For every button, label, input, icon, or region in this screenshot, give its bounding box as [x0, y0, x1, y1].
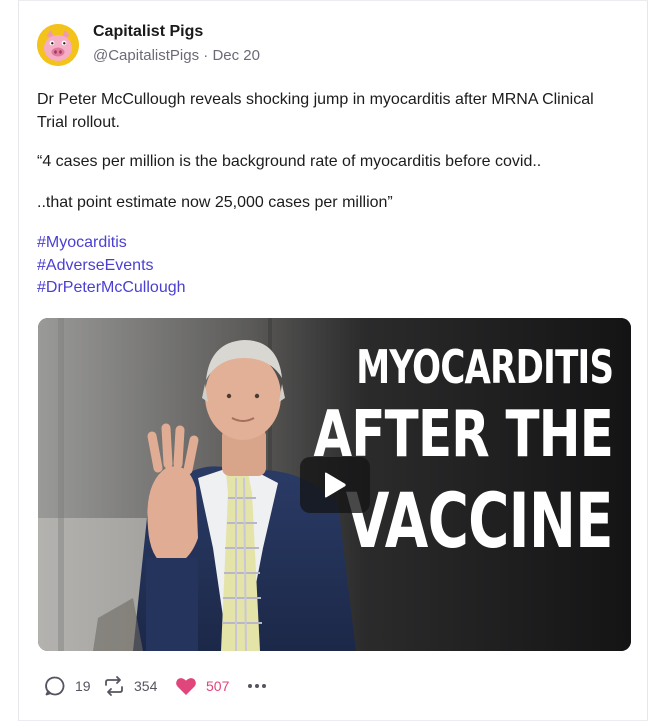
post-card: Capitalist Pigs @CapitalistPigs · Dec 20…: [18, 0, 648, 721]
reply-button[interactable]: 19: [43, 673, 91, 699]
post-paragraph: ..that point estimate now 25,000 cases p…: [37, 194, 393, 211]
video-headline-line: VACCINE: [345, 476, 614, 565]
reply-count: 19: [75, 678, 91, 694]
repost-button[interactable]: 354: [102, 673, 157, 699]
like-button[interactable]: 507: [174, 673, 229, 699]
post-date[interactable]: Dec 20: [212, 47, 260, 64]
heart-icon: [176, 678, 196, 695]
meta-separator: ·: [203, 47, 209, 64]
pig-avatar-icon[interactable]: [37, 24, 79, 66]
post-paragraph: “4 cases per million is the background r…: [37, 153, 542, 170]
author-handle[interactable]: @CapitalistPigs: [93, 47, 199, 64]
play-button[interactable]: [300, 457, 370, 513]
more-icon: [248, 684, 266, 688]
repost-count: 354: [134, 678, 158, 694]
repost-icon: [105, 676, 123, 696]
pig-avatar-graphic: [37, 24, 79, 66]
video-headline-line: MYOCARDITIS: [356, 340, 614, 394]
author-meta: @CapitalistPigs · Dec 20: [93, 47, 260, 64]
hashtag-list: #Myocarditis #AdverseEvents #DrPeterMcCu…: [37, 232, 186, 300]
reply-icon: [45, 676, 65, 696]
video-thumbnail[interactable]: MYOCARDITIS AFTER THE VACCINE: [38, 318, 631, 651]
author-name[interactable]: Capitalist Pigs: [93, 23, 203, 41]
hashtag-link[interactable]: #DrPeterMcCullough: [37, 277, 186, 300]
hashtag-link[interactable]: #AdverseEvents: [37, 255, 186, 278]
like-count: 507: [206, 678, 230, 694]
action-bar: 19 354 507: [43, 673, 603, 699]
post-paragraph: Dr Peter McCullough reveals shocking jum…: [37, 91, 594, 131]
more-options-button[interactable]: [245, 673, 269, 699]
hashtag-link[interactable]: #Myocarditis: [37, 232, 186, 255]
play-icon: [325, 472, 346, 498]
